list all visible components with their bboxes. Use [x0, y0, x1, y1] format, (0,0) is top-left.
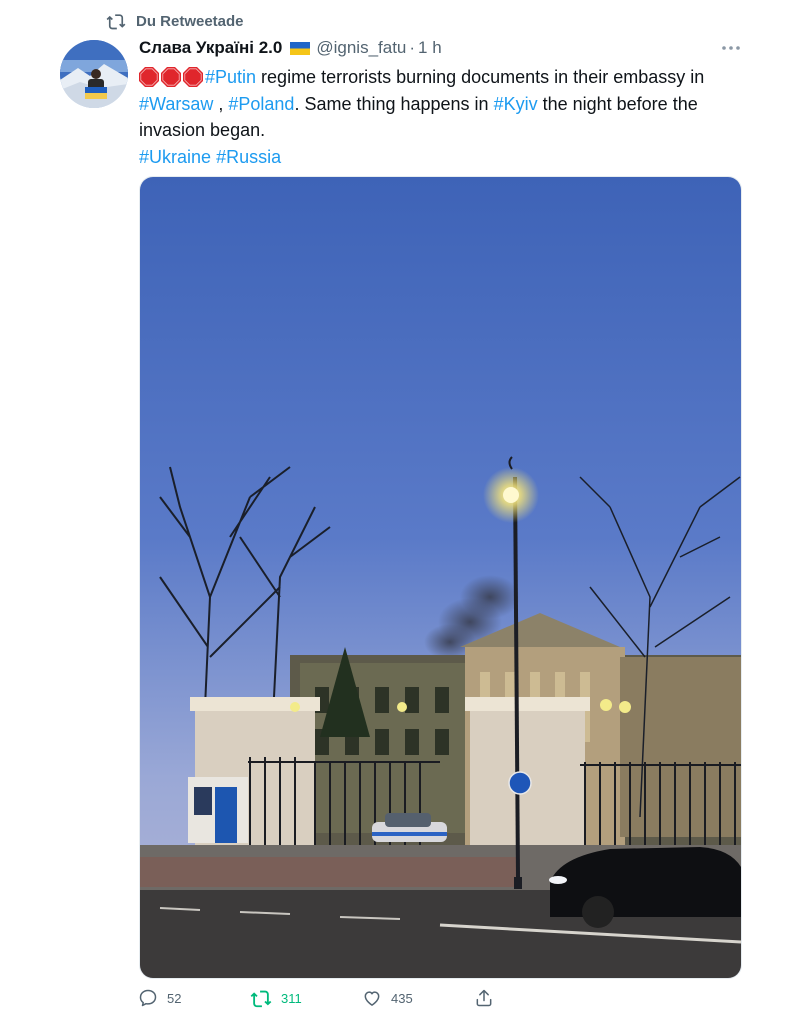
- tweet-header: Слава Україні 2.0 @ignis_fatu · 1 h: [139, 37, 739, 59]
- retweet-icon: [250, 990, 272, 1008]
- hashtag-putin[interactable]: #Putin: [205, 67, 256, 87]
- ukraine-flag-icon: [290, 41, 311, 55]
- share-button[interactable]: [474, 987, 494, 1009]
- embassy-photo: [140, 177, 741, 978]
- retweet-button[interactable]: 311: [250, 987, 302, 1009]
- retweet-banner-label: Du Retweetade: [136, 12, 244, 30]
- tweet-time[interactable]: 1 h: [418, 38, 442, 58]
- reply-icon: [139, 989, 157, 1007]
- tweet-body: #Putin regime terrorists burning documen…: [139, 64, 749, 144]
- hashtag-ukraine[interactable]: #Ukraine: [139, 147, 211, 167]
- reply-button[interactable]: 52: [138, 987, 181, 1009]
- like-button[interactable]: 435: [362, 987, 413, 1009]
- tweet-text: #Putin regime terrorists burning documen…: [139, 64, 749, 170]
- tweet-text-segment: . Same thing happens in: [294, 93, 494, 114]
- author-display-name[interactable]: Слава Україні 2.0: [139, 38, 282, 58]
- author-handle[interactable]: @ignis_fatu: [316, 38, 406, 58]
- stop-sign-icon: [161, 67, 181, 87]
- hashtag-warsaw[interactable]: #Warsaw: [139, 94, 213, 114]
- reply-count: 52: [167, 990, 182, 1006]
- hashtag-poland[interactable]: #Poland: [228, 94, 294, 114]
- tweet-text-segment: regime terrorists burning documents in t…: [256, 67, 705, 87]
- hashtag-russia[interactable]: #Russia: [216, 147, 281, 167]
- tweet-photo[interactable]: [139, 176, 742, 979]
- more-options-icon[interactable]: [720, 40, 742, 56]
- retweet-count: 311: [281, 990, 302, 1006]
- avatar[interactable]: [60, 40, 128, 108]
- stop-sign-icon: [139, 67, 159, 87]
- tweet-text-segment: ,: [213, 93, 229, 114]
- retweet-icon: [106, 14, 126, 30]
- share-icon: [476, 989, 492, 1007]
- tweet-hashtags: #Ukraine #Russia: [139, 144, 749, 171]
- retweet-banner: Du Retweetade: [106, 10, 244, 32]
- hashtag-kyiv[interactable]: #Kyiv: [494, 94, 538, 114]
- like-count: 435: [391, 990, 413, 1006]
- heart-icon: [364, 991, 380, 1006]
- separator-dot: ·: [409, 38, 416, 57]
- stop-sign-icon: [183, 67, 203, 87]
